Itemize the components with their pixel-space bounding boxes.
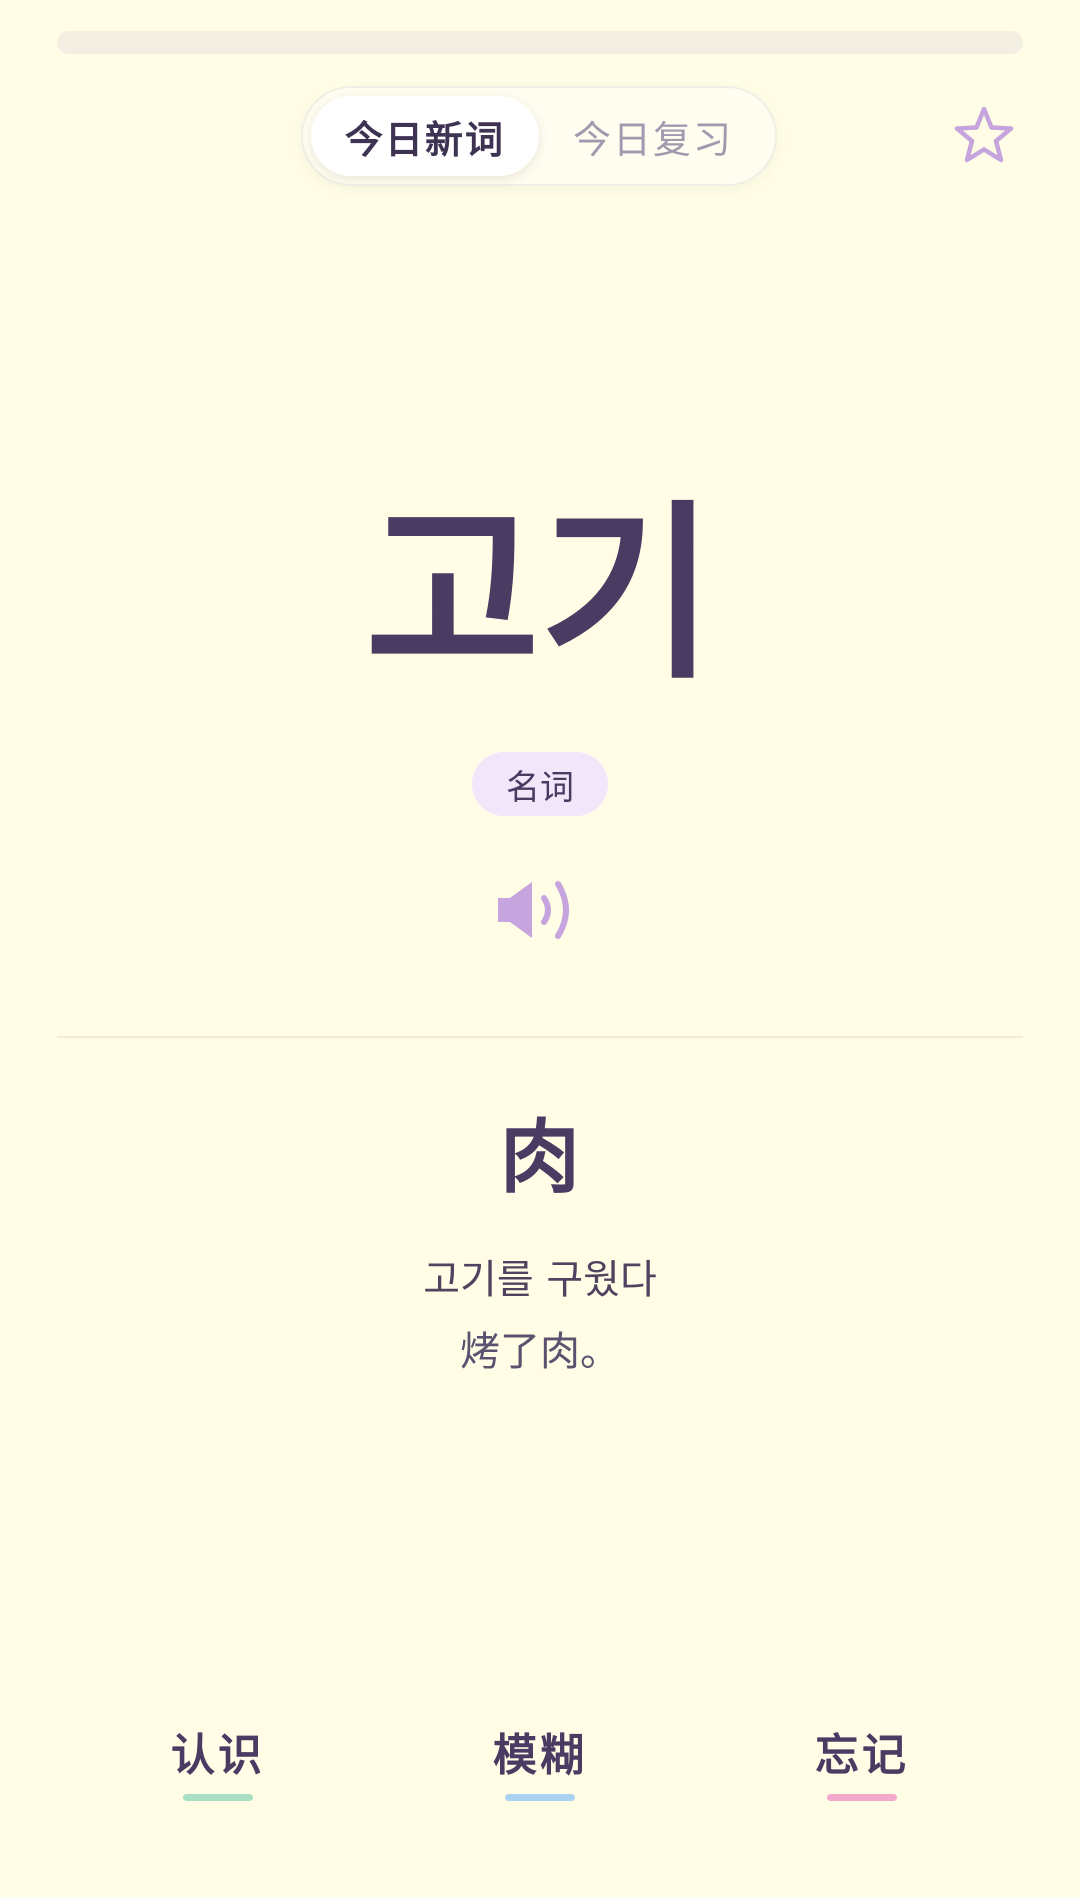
tab-review[interactable]: 今日复习	[539, 96, 767, 176]
word-meaning: 肉	[500, 1111, 580, 1204]
fuzzy-button-label: 模糊	[493, 1730, 587, 1781]
example-sentence-korean: 고기를 구웠다	[423, 1257, 657, 1303]
fuzzy-button[interactable]: 模糊	[450, 1726, 630, 1801]
divider	[57, 1036, 1023, 1038]
know-indicator-bar	[183, 1794, 253, 1801]
favorite-button[interactable]	[952, 104, 1016, 168]
forgot-indicator-bar	[827, 1794, 897, 1801]
progress-bar	[57, 31, 1023, 54]
know-button-label: 认识	[171, 1730, 265, 1781]
vocab-word: 고기	[365, 484, 715, 705]
play-audio-button[interactable]	[496, 878, 584, 942]
fuzzy-indicator-bar	[505, 1794, 575, 1801]
flashcard-screen: 今日新词 今日复习 고기 名词 肉 고기를 구웠다 烤了肉。 认识 模糊 忘记	[0, 0, 1080, 1897]
example-sentence-chinese: 烤了肉。	[460, 1329, 620, 1375]
tab-new-words[interactable]: 今日新词	[311, 96, 539, 176]
know-button[interactable]: 认识	[128, 1726, 308, 1801]
mode-tabs: 今日新词 今日复习	[303, 88, 775, 184]
forgot-button-label: 忘记	[815, 1730, 909, 1781]
speaker-icon	[498, 881, 569, 939]
star-outline-icon	[954, 106, 1014, 163]
forgot-button[interactable]: 忘记	[772, 1726, 952, 1801]
part-of-speech-badge: 名词	[472, 752, 608, 816]
